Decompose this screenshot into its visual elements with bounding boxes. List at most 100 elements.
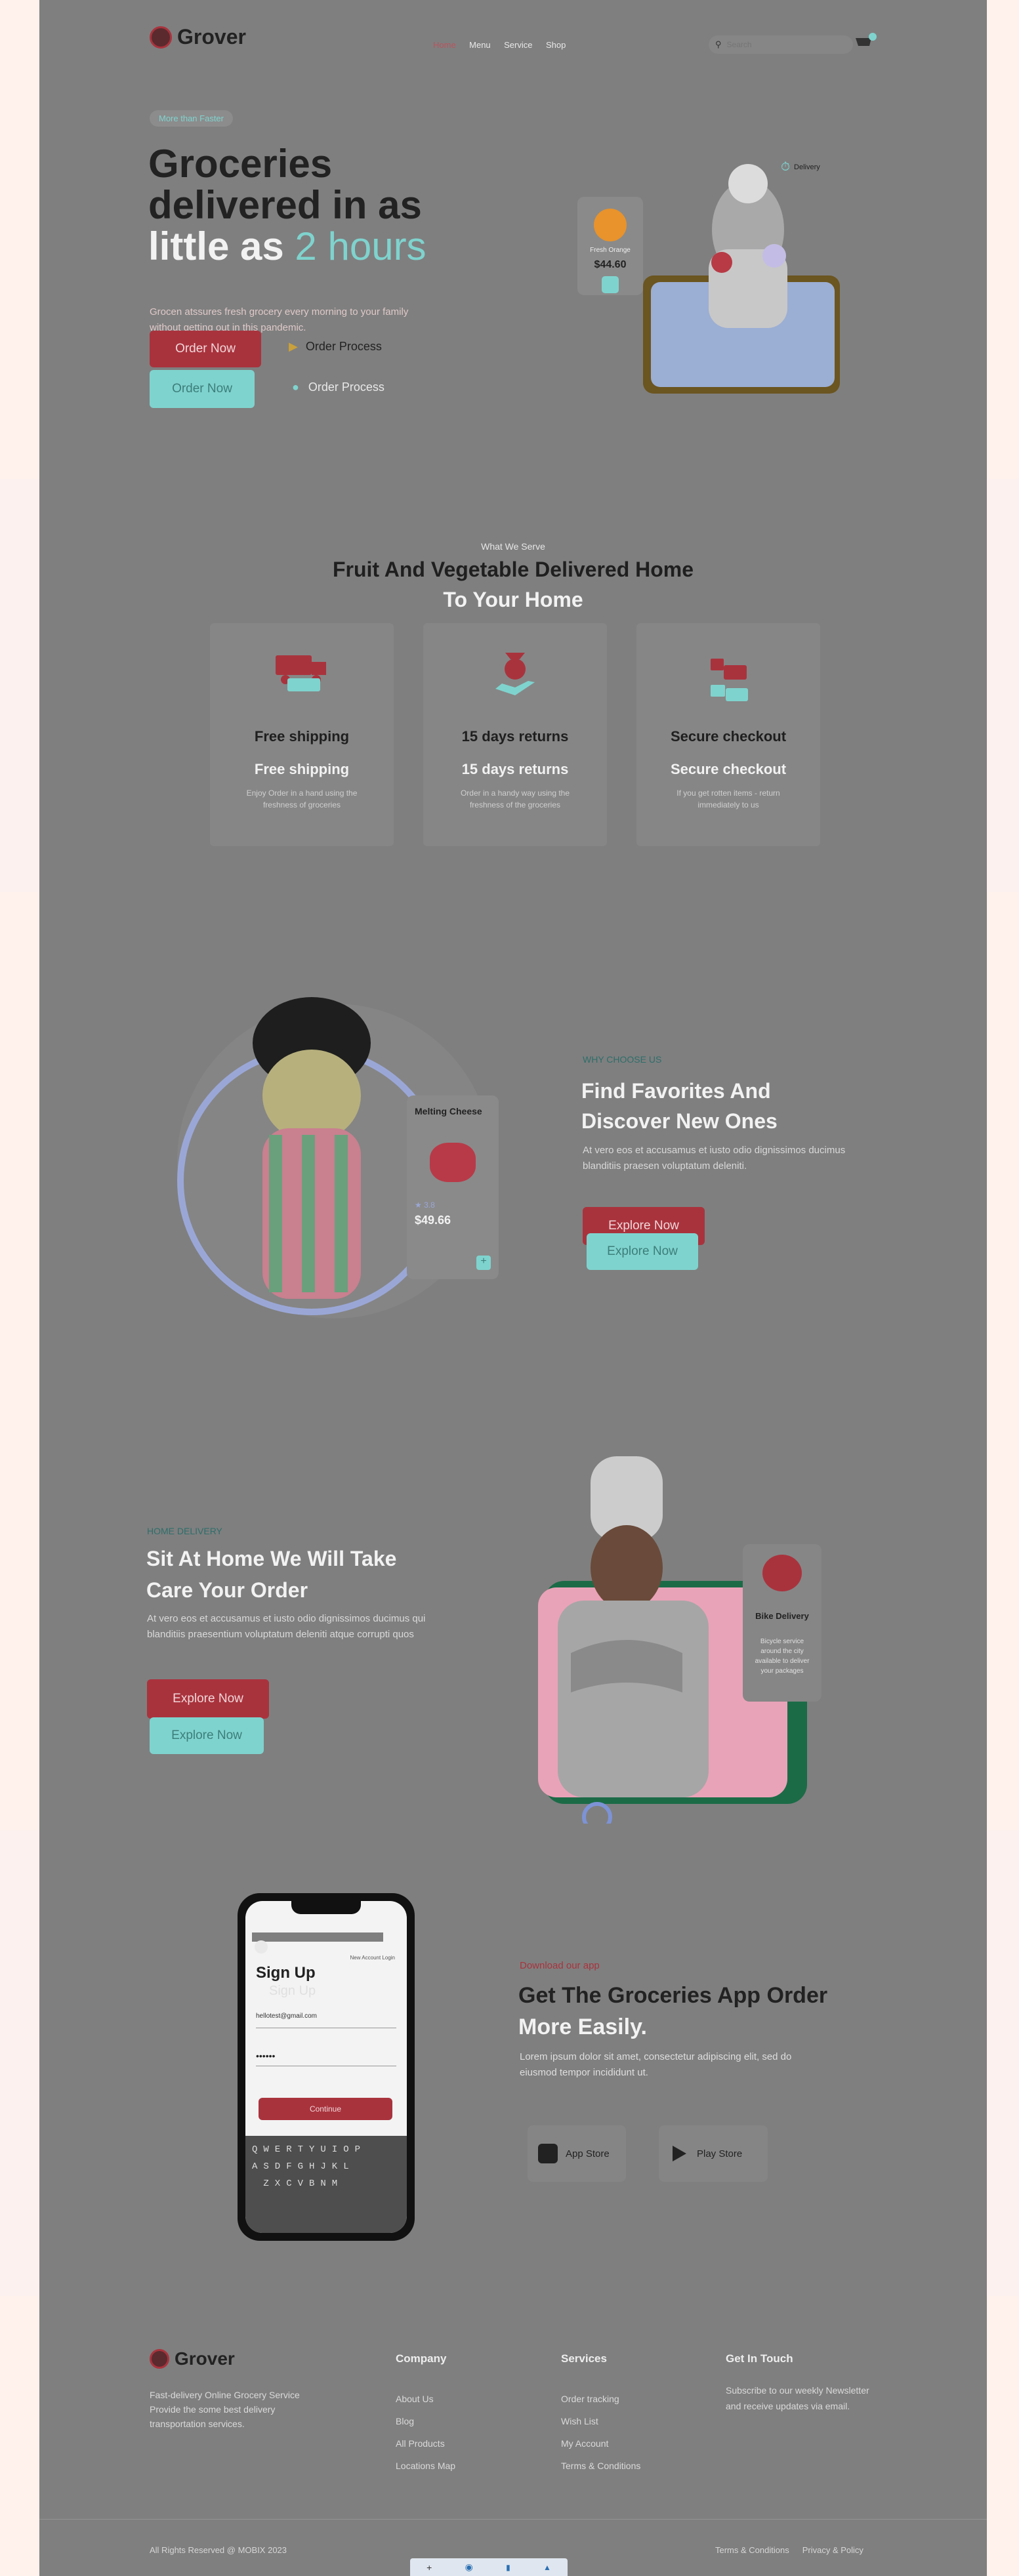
logo-icon: [150, 26, 172, 49]
app-desc: Lorem ipsum dolor sit amet, consectetur …: [520, 2051, 792, 2078]
serve-card-returns: 15 days returns 15 days returns Order in…: [423, 623, 607, 846]
delivery-title-line1: Sit At Home We Will Take: [146, 1547, 397, 1570]
bike-title: Bike Delivery: [755, 1611, 809, 1621]
terms-link[interactable]: Terms & Conditions: [715, 2545, 789, 2555]
play-store-label: Play Store: [697, 2148, 743, 2159]
footer-link[interactable]: Order tracking: [561, 2388, 640, 2410]
serve-card-title-overlay: Secure checkout: [670, 761, 787, 777]
nav-menu[interactable]: Menu: [469, 40, 491, 50]
product-image: [430, 1143, 476, 1182]
hero-title-line1: Groceries delivered in as: [148, 142, 422, 227]
serve-card-desc: Order in a handy way using the freshness…: [460, 788, 570, 809]
hero-order-button-red[interactable]: Order Now: [150, 331, 261, 367]
cart-button[interactable]: [854, 33, 877, 51]
nav-service[interactable]: Service: [504, 40, 532, 50]
delivery-icon: ⏱: [781, 160, 791, 173]
order-process-label: Order Process: [305, 340, 382, 353]
phone-password-field[interactable]: ••••••: [256, 2051, 396, 2066]
product-price: $49.66: [415, 1214, 451, 1227]
product-name: Melting Cheese: [415, 1106, 482, 1116]
back-icon[interactable]: [255, 1940, 268, 1953]
delivery-badge: ⏱ Delivery: [781, 160, 820, 174]
app-store-button[interactable]: App Store: [528, 2125, 626, 2182]
choose-title-line1: Find Favorites And: [581, 1079, 771, 1103]
phone-title: Sign Up: [256, 1964, 316, 1982]
phone-continue-button[interactable]: Continue: [259, 2098, 392, 2120]
bike-desc: Bicycle service around the city availabl…: [755, 1638, 810, 1675]
delivery-explore-button-red[interactable]: Explore Now: [147, 1679, 269, 1719]
app-title: Get The Groceries App Order More Easily.: [518, 1980, 833, 2043]
serve-card-title-overlay: Free shipping: [254, 761, 350, 777]
product-rating-value: 3.8: [424, 1200, 435, 1210]
phone-status: [252, 1932, 383, 1942]
nav-home[interactable]: Home: [433, 40, 456, 50]
choose-explore-button[interactable]: Explore Now: [587, 1233, 698, 1270]
serve-title-line2: To Your Home: [443, 588, 583, 611]
play-store-button[interactable]: Play Store: [659, 2125, 768, 2182]
main-nav: Home Menu Service Shop: [433, 39, 576, 51]
serve-card-desc: Enjoy Order in a hand using the freshnes…: [246, 788, 358, 809]
play-store-icon: [673, 2146, 686, 2161]
price-card-price: $44.60: [594, 259, 627, 270]
bike-card: Bike Delivery Bicycle service around the…: [743, 1544, 821, 1702]
choose-title: Find Favorites And Discover New Ones: [581, 1076, 883, 1136]
footer-link[interactable]: All Products: [396, 2432, 455, 2455]
hero-title-line2: little as: [148, 224, 284, 268]
money-hand-icon: [492, 649, 538, 702]
footer-link[interactable]: Blog: [396, 2410, 455, 2432]
footer-link[interactable]: Locations Map: [396, 2455, 455, 2477]
footer-company-links: About Us Blog All Products Locations Map: [396, 2388, 455, 2477]
footer-about: Fast-delivery Online Grocery Service Pro…: [150, 2390, 300, 2429]
hero-order-button[interactable]: Order Now: [150, 370, 255, 408]
product-add-button[interactable]: +: [476, 1256, 491, 1270]
footer-link[interactable]: My Account: [561, 2432, 640, 2455]
phone-notch: [291, 1901, 361, 1914]
delivery-explore-button[interactable]: Explore Now: [150, 1717, 264, 1754]
search-input[interactable]: [726, 40, 825, 49]
add-icon[interactable]: +: [426, 2562, 432, 2573]
serve-card-title: Free shipping: [254, 728, 350, 745]
apple-icon: [538, 2144, 558, 2163]
nav-shop[interactable]: Shop: [546, 40, 566, 50]
footer-logo-icon: [150, 2349, 169, 2369]
legal-links: Terms & Conditions Privacy & Policy: [715, 2545, 863, 2555]
order-process-link[interactable]: ▶ Order Process: [289, 340, 382, 354]
page: Grover Home Menu Service Shop ⚲ More tha…: [39, 0, 987, 2576]
choose-desc: At vero eos et accusamus et iusto odio d…: [583, 1145, 846, 1172]
truck-icon: [276, 652, 335, 691]
serve-card-title: 15 days returns: [461, 728, 569, 745]
order-process-label-2: Order Process: [308, 380, 385, 394]
footer-divider: [39, 2519, 987, 2520]
serve-card-shipping: Free shipping Free shipping Enjoy Order …: [210, 623, 394, 846]
app-title-line1: Get The Groceries App Order: [518, 1983, 828, 2008]
phone-email-field[interactable]: hellotest@gmail.com: [256, 2013, 396, 2028]
serve-card-checkout: Secure checkout Secure checkout If you g…: [636, 623, 820, 846]
orange-image: [594, 209, 627, 241]
play-icon: ▶: [289, 340, 298, 353]
delivery-badge-label: Delivery: [794, 163, 820, 171]
footer-link[interactable]: Terms & Conditions: [561, 2455, 640, 2477]
price-card-add-button[interactable]: [602, 276, 619, 293]
app-title-line2: More Easily.: [518, 2014, 647, 2039]
logo[interactable]: Grover: [150, 25, 246, 49]
choose-title-line2: Discover New Ones: [581, 1109, 778, 1133]
cart-icon: [856, 33, 877, 46]
footer-link[interactable]: Wish List: [561, 2410, 640, 2432]
lock-icon[interactable]: ▮: [506, 2563, 510, 2572]
hero-pill: More than Faster: [150, 110, 233, 127]
footer-logo[interactable]: Grover: [150, 2348, 235, 2369]
privacy-link[interactable]: Privacy & Policy: [802, 2545, 863, 2555]
eye-icon[interactable]: ◉: [465, 2562, 473, 2573]
hero-title-accent: 2 hours: [295, 224, 426, 268]
order-process-link-2[interactable]: ● Order Process: [292, 380, 385, 394]
footer-link[interactable]: About Us: [396, 2388, 455, 2410]
footer-services-title: Services: [561, 2352, 607, 2365]
shield-icon[interactable]: ▲: [543, 2563, 551, 2572]
logo-text: Grover: [177, 25, 246, 49]
phone-top-link[interactable]: New Account Login: [350, 1955, 396, 1961]
serve-card-desc: If you get rotten items - return immedia…: [676, 788, 780, 809]
search-box[interactable]: ⚲: [709, 35, 853, 54]
app-eyebrow: Download our app: [520, 1960, 600, 1971]
price-card: Fresh Orange $44.60: [577, 197, 643, 295]
play-icon-2: ●: [292, 380, 299, 394]
